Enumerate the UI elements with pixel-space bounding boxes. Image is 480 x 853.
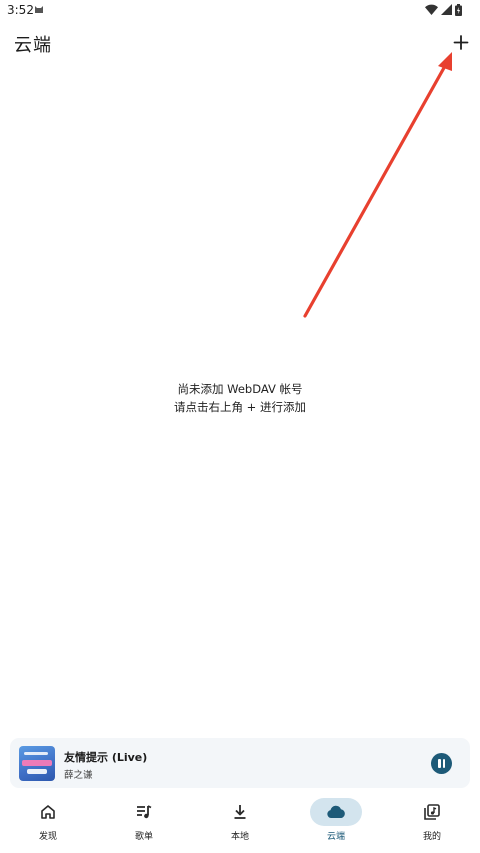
nav-mine[interactable]: 我的 xyxy=(384,794,480,844)
status-bar: 3:52 xyxy=(0,0,480,22)
empty-state-hint: 请点击右上角 + 进行添加 xyxy=(174,400,306,414)
plus-icon xyxy=(453,35,469,50)
nav-discover-label: 发现 xyxy=(38,832,57,842)
signal-icon xyxy=(441,4,452,15)
battery-icon xyxy=(455,3,462,16)
cloud-icon xyxy=(327,805,345,818)
nav-cloud[interactable]: 云端 xyxy=(288,794,384,844)
bottom-navigation: 发现 歌单 本地 云端 我的 xyxy=(0,794,480,853)
app-notification-icon xyxy=(35,6,43,13)
nav-playlist[interactable]: 歌单 xyxy=(96,794,192,844)
library-icon xyxy=(424,804,440,820)
empty-state-message: 尚未添加 WebDAV 帐号 xyxy=(177,382,303,396)
playlist-icon xyxy=(137,805,152,819)
nav-playlist-label: 歌单 xyxy=(134,832,153,842)
nav-cloud-label: 云端 xyxy=(326,832,345,842)
status-icons xyxy=(425,3,462,16)
mini-player[interactable]: 友情提示 (Live) 薛之谦 xyxy=(10,738,470,788)
empty-state: 尚未添加 WebDAV 帐号 请点击右上角 + 进行添加 xyxy=(0,380,480,416)
wifi-icon xyxy=(425,4,438,15)
annotation-arrow xyxy=(303,52,452,318)
song-artist: 薛之谦 xyxy=(64,770,93,781)
download-icon xyxy=(234,805,246,819)
pause-button[interactable] xyxy=(431,753,452,774)
nav-local-label: 本地 xyxy=(230,832,249,842)
nav-discover[interactable]: 发现 xyxy=(0,794,96,844)
song-title: 友情提示 (Live) xyxy=(64,751,148,764)
nav-local[interactable]: 本地 xyxy=(192,794,288,844)
page-title: 云端 xyxy=(14,35,52,56)
nav-mine-label: 我的 xyxy=(422,832,441,842)
album-cover xyxy=(19,746,55,781)
add-account-button[interactable] xyxy=(448,30,474,56)
home-icon xyxy=(41,805,55,819)
status-time: 3:52 xyxy=(7,3,34,17)
